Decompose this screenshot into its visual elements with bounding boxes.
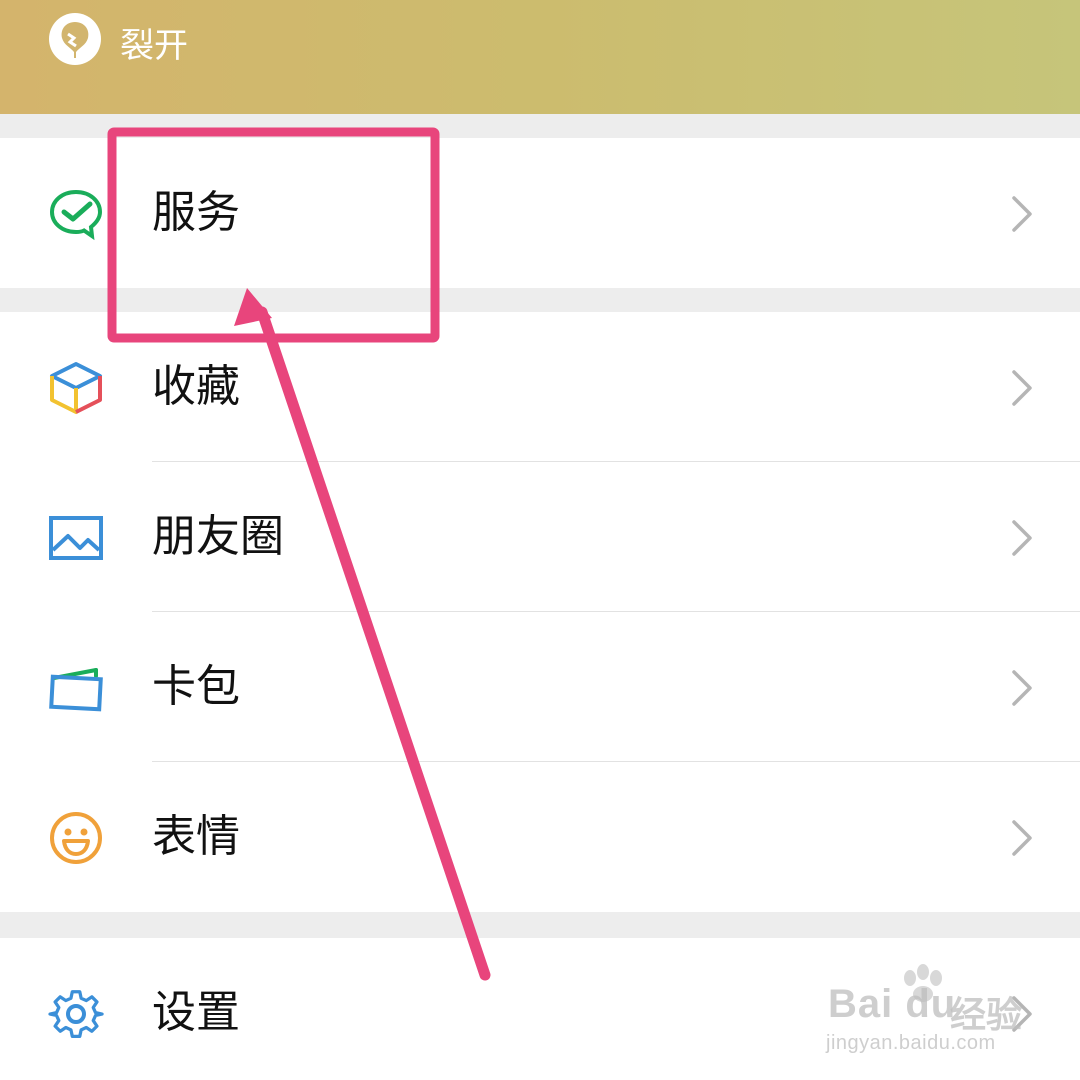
section-gap [0, 114, 1080, 138]
chevron-right-icon [1012, 520, 1032, 556]
watermark-brand: Bai du [828, 982, 957, 1026]
menu-item-moments[interactable]: 朋友圈 [0, 462, 1080, 612]
smiley-icon [50, 812, 102, 864]
menu-item-services[interactable]: 服务 [0, 138, 1080, 288]
watermark-suffix: 经验 [950, 994, 1023, 1035]
chevron-right-icon [1012, 370, 1032, 406]
chevron-right-icon [1012, 670, 1032, 706]
menu-item-label: 朋友圈 [152, 511, 284, 562]
section-gap [0, 912, 1080, 938]
card-wallet-icon [49, 668, 103, 712]
wechat-pay-icon [49, 189, 103, 241]
header-title: 裂开 [120, 26, 188, 66]
baidu-jingyan-watermark: Bai du 经验 jingyan.baidu.com [826, 964, 1056, 1066]
moments-image-icon [49, 516, 103, 560]
section-gap [0, 288, 1080, 312]
chevron-right-icon [1012, 196, 1032, 232]
menu-item-favorites[interactable]: 收藏 [0, 312, 1080, 462]
settings-gear-icon [48, 990, 104, 1038]
menu-item-card-wallet[interactable]: 卡包 [0, 612, 1080, 762]
menu-item-label: 设置 [152, 987, 240, 1038]
watermark-url: jingyan.baidu.com [826, 1032, 996, 1054]
menu-item-stickers[interactable]: 表情 [0, 762, 1080, 912]
favorites-cube-icon [50, 362, 102, 414]
profile-avatar-icon[interactable] [48, 12, 102, 66]
menu-item-label: 收藏 [152, 361, 240, 412]
menu-item-label: 卡包 [152, 661, 240, 712]
chevron-right-icon [1012, 820, 1032, 856]
profile-header: 裂开 [0, 0, 1080, 114]
menu-item-label: 表情 [152, 811, 240, 862]
menu-item-label: 服务 [152, 187, 240, 238]
